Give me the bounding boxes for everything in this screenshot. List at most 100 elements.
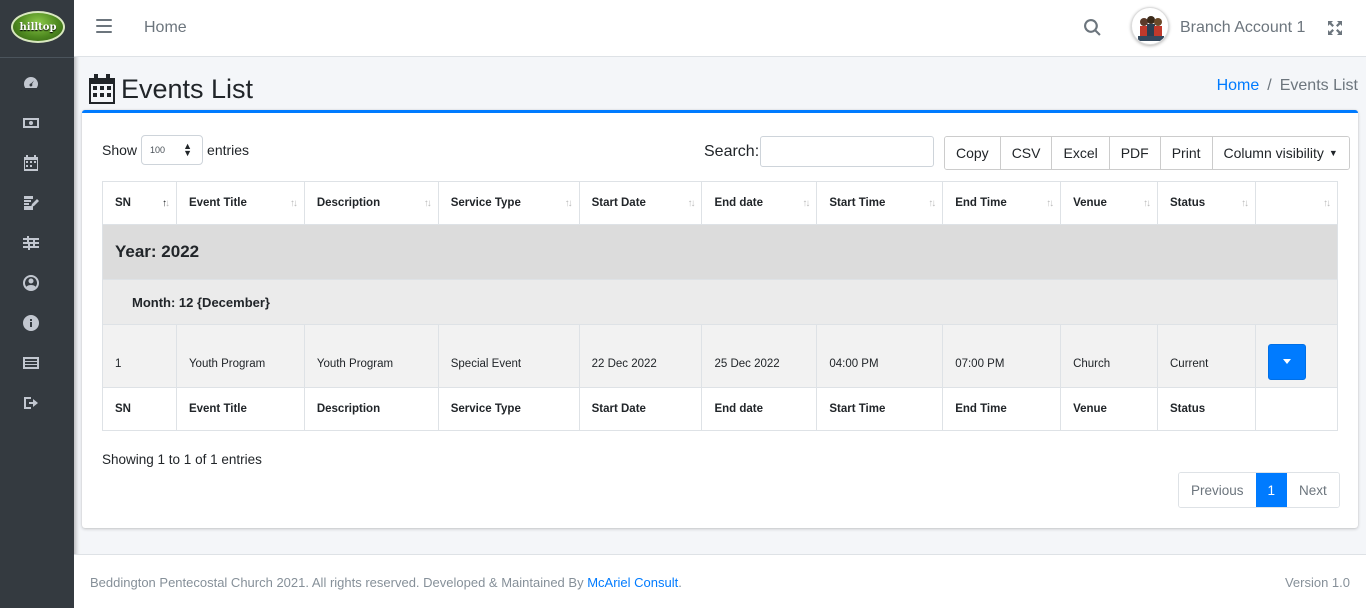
cell-service-type: Special Event [437,324,580,388]
cell-actions [1254,324,1339,388]
column-header-start-date[interactable]: Start Date ↑↓ [578,181,703,225]
column-header-start-time[interactable]: Start Time ↑↓ [816,181,944,225]
table-search-input[interactable] [760,136,934,167]
pagination: Previous 1 Next [1178,472,1340,508]
footer-copyright-text: Beddington Pentecostal Church 2021. All … [90,575,588,590]
group-row-month: Month: 12 {December} [102,279,1338,325]
group-month-label: Month: 12 {December} [102,279,1338,325]
show-label: Show [102,142,138,158]
footer-header-end-date: End date [701,387,818,431]
sign-out-icon [24,397,38,409]
footer-header-service-type: Service Type [437,387,580,431]
column-visibility-button[interactable]: Column visibility ▼ [1212,137,1349,169]
menu-toggle-icon[interactable] [96,19,112,37]
column-header-label: Event Title [188,197,247,209]
events-card: Show 100 ▲ ▼ entries Search: Copy CSV Exc… [82,110,1358,528]
sliders-icon [23,236,39,250]
footer-copyright: Beddington Pentecostal Church 2021. All … [90,575,682,590]
sidebar-divider [0,57,74,58]
sidebar-item-profile[interactable] [22,274,40,292]
group-year-label: Year: 2022 [102,224,1338,280]
footer-header-status: Status [1157,387,1256,431]
brand-logo[interactable]: hilltop [11,11,65,43]
sort-icon: ↑↓ [289,198,298,209]
column-header-sn[interactable]: SN ↑↓ [102,181,177,225]
excel-button[interactable]: Excel [1052,137,1110,169]
sort-icon: ↑↓ [423,198,432,209]
sidebar-item-settings[interactable] [22,234,40,252]
next-page-button[interactable]: Next [1287,473,1339,507]
sort-icon: ↑↓ [1046,198,1054,209]
footer-header-end-time: End Time [942,387,1062,431]
search-icon[interactable] [1084,19,1102,37]
caret-down-icon: ▼ [1328,148,1338,158]
breadcrumb-current: Events List [1279,77,1358,94]
footer-header-event-title: Event Title [175,387,305,431]
sort-asc-icon: ↑↓ [161,198,170,209]
row-actions-dropdown-button[interactable] [1267,343,1306,380]
sidebar-item-records[interactable] [22,194,40,212]
fullscreen-icon[interactable] [1327,20,1343,36]
events-table: SN ↑↓ Event Title ↑↓ Description ↑↓ Service… [102,181,1339,431]
breadcrumb-home-link[interactable]: Home [1217,77,1260,95]
footer-header-start-time: Start Time [816,387,944,431]
sort-icon: ↑↓ [928,198,936,209]
csv-button[interactable]: CSV [1000,137,1053,169]
page-footer: Beddington Pentecostal Church 2021. All … [74,554,1366,608]
sidebar-item-dashboard[interactable] [22,74,40,92]
entries-select[interactable]: 100 ▲ ▼ [141,135,204,165]
search-label: Search: [704,143,760,160]
column-header-label: Service Type [450,197,521,209]
account-name[interactable]: Branch Account 1 [1180,19,1305,37]
column-header-service-type[interactable]: Service Type ↑↓ [437,181,580,225]
nav-home-link[interactable]: Home [144,19,187,37]
cell-start-date: 22 Dec 2022 [578,324,703,388]
sidebar-item-logout[interactable] [22,394,40,412]
footer-header-start-date: Start Date [578,387,703,431]
table-row: 1 Youth Program Youth Program Special Ev… [102,324,1339,388]
cell-status: Current [1157,324,1256,388]
entries-select-value: 100 [150,145,166,155]
copy-button[interactable]: Copy [945,137,1001,169]
top-navbar: Home Branch Account 1 [74,0,1366,57]
column-header-label: Status [1170,197,1206,209]
column-header-label: End date [714,197,764,209]
cell-sn: 1 [102,324,177,388]
money-icon [23,118,39,128]
print-button[interactable]: Print [1160,137,1213,169]
column-header-venue[interactable]: Venue ↑↓ [1060,181,1158,225]
column-header-label: Venue [1073,197,1107,209]
column-header-label: Description [316,197,381,209]
page-button-current[interactable]: 1 [1255,473,1288,507]
footer-period: . [678,575,682,590]
column-header-end-date[interactable]: End date ↑↓ [701,181,818,225]
sidebar-item-finance[interactable] [22,114,40,132]
column-header-label: SN [115,197,131,209]
breadcrumb-separator: / [1267,77,1272,94]
column-header-event-title[interactable]: Event Title ↑↓ [175,181,305,225]
developer-link[interactable]: McAriel Consult [587,575,678,590]
footer-version: Version 1.0 [1284,575,1350,590]
sidebar-item-reports[interactable] [22,354,40,372]
column-header-label: Start Date [591,197,646,209]
info-icon [23,315,39,331]
pdf-button[interactable]: PDF [1109,137,1161,169]
cell-end-date: 25 Dec 2022 [701,324,818,388]
cell-description: Youth Program [303,324,439,388]
sidebar-item-events[interactable] [22,154,40,172]
column-header-actions[interactable]: ↑↓ [1254,181,1339,225]
column-header-label: End Time [955,197,1007,209]
previous-page-button[interactable]: Previous [1179,473,1256,507]
column-header-status[interactable]: Status ↑↓ [1157,181,1256,225]
column-header-end-time[interactable]: End Time ↑↓ [942,181,1062,225]
list-icon [23,357,39,369]
page-heading: Events List [121,73,254,104]
dashboard-icon [24,77,38,88]
entries-length-control: Show 100 ▲ ▼ entries [102,135,249,165]
caret-down-icon [1282,359,1291,364]
avatar[interactable] [1131,7,1169,45]
column-header-description[interactable]: Description ↑↓ [303,181,439,225]
sidebar-item-info[interactable] [22,314,40,332]
sort-updown-icon: ▲ ▼ [183,141,193,158]
sort-icon: ↑↓ [687,198,695,209]
